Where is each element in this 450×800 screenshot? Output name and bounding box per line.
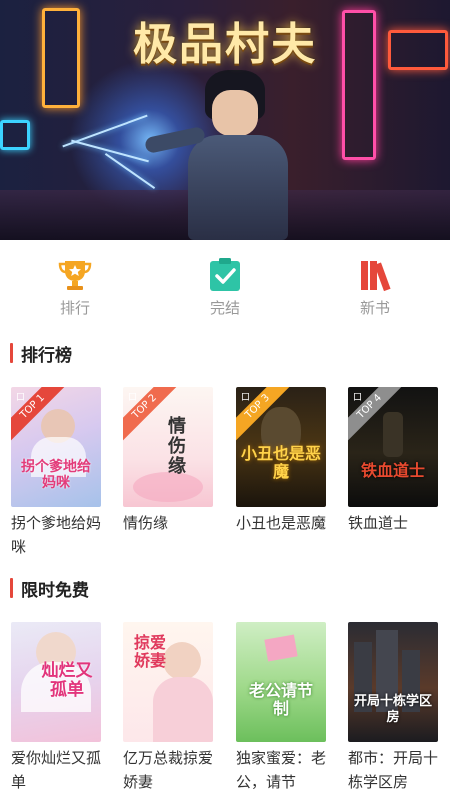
cover-title: 铁血道士 [360,461,425,480]
category-completed[interactable]: 完结 [175,255,275,318]
book-title: 爱你灿烂又孤单 [11,749,102,791]
book-cover: 老公请节制 [236,622,326,742]
cover-title: 开局十栋学区房 [353,694,432,725]
book-title: 亿万总裁掠爱娇妻 [123,749,214,791]
category-new-books[interactable]: 新书 [325,255,425,318]
neon-sign-left-2 [0,120,30,150]
book-cover: 小丑也是恶魔 TOP 3 口 [236,387,326,507]
rank-badge: 口 [353,393,363,403]
book-item[interactable]: 拐个爹地给妈咪 TOP 1 口 拐个爹地给妈咪 [11,387,101,559]
book-item[interactable]: 情伤缘 TOP 2 口 情伤缘 [123,387,213,535]
trophy-icon [57,257,93,293]
book-title: 铁血道士 [348,514,409,532]
category-ranking[interactable]: 排行 [25,255,125,318]
book-cover: 灿烂又孤单 [11,622,101,742]
rank-badge: 口 [241,393,251,403]
book-cover: 开局十栋学区房 [348,622,438,742]
book-item[interactable]: 灿烂又孤单 爱你灿烂又孤单 [11,622,101,794]
rank-ribbon: TOP 1 口 [11,387,71,447]
cover-title: 掠爱娇妻 [133,633,166,670]
category-label: 排行 [59,299,90,317]
book-title: 独家蜜爱：老公，请节 [236,749,327,791]
section-accent-bar [10,578,13,598]
book-title: 拐个爹地给妈咪 [11,514,102,556]
book-title: 小丑也是恶魔 [236,514,327,532]
free-section-title: 限时免费 [10,576,89,601]
category-label: 完结 [209,299,240,317]
book-title: 情伤缘 [123,514,169,532]
section-title-text: 限时免费 [21,580,89,601]
book-item[interactable]: 小丑也是恶魔 TOP 3 口 小丑也是恶魔 [236,387,326,535]
banner-title: 极品村夫 [133,19,317,70]
rank-ribbon: TOP 2 口 [123,387,183,447]
clipboard-check-icon [207,257,243,293]
cover-title: 灿烂又孤单 [41,661,93,700]
book-cover: 铁血道士 TOP 4 口 [348,387,438,507]
ranking-section-title: 排行榜 [10,341,72,366]
lightning-bolt [71,139,149,163]
cover-title: 小丑也是恶魔 [240,444,321,481]
book-title: 都市：开局十栋学区房 [348,749,439,791]
banner-character [143,60,320,240]
section-accent-bar [10,343,13,363]
rank-ribbon: TOP 3 口 [236,387,296,447]
section-title-text: 排行榜 [21,345,72,366]
rank-badge: 口 [128,393,138,403]
hero-banner[interactable]: 极品村夫 [0,0,450,240]
book-cover: 拐个爹地给妈咪 TOP 1 口 [11,387,101,507]
book-item[interactable]: 老公请节制 独家蜜爱：老公，请节 [236,622,326,794]
cover-title: 拐个爹地给妈咪 [21,459,91,491]
book-item[interactable]: 铁血道士 TOP 4 口 铁血道士 [348,387,438,535]
book-cover: 掠爱娇妻 [123,622,213,742]
book-item[interactable]: 掠爱娇妻 亿万总裁掠爱娇妻 [123,622,213,794]
books-icon [357,257,393,293]
rank-badge: 口 [16,393,26,403]
rank-ribbon: TOP 4 口 [348,387,408,447]
lightning-bolt [104,152,156,190]
category-label: 新书 [359,299,390,317]
cover-title: 老公请节制 [248,681,313,718]
book-cover: 情伤缘 TOP 2 口 [123,387,213,507]
book-item[interactable]: 开局十栋学区房 都市：开局十栋学区房 [348,622,438,794]
category-row: 排行 完结 新书 [0,255,450,318]
